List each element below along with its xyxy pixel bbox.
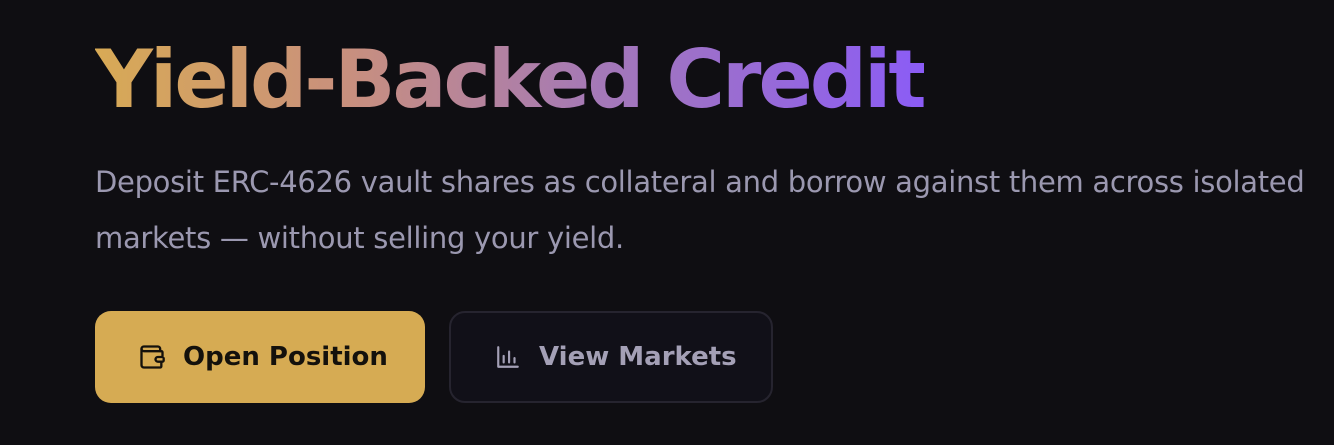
open-position-button[interactable]: Open Position	[95, 311, 425, 403]
view-markets-button[interactable]: View Markets	[449, 311, 773, 403]
wallet-icon	[137, 342, 167, 372]
hero-subtitle: Deposit ERC-4626 vault shares as collate…	[95, 165, 1305, 255]
open-position-label: Open Position	[183, 342, 388, 372]
hero-actions: Open Position View Markets	[95, 311, 773, 403]
bar-chart-icon	[493, 342, 523, 372]
view-markets-label: View Markets	[539, 342, 737, 372]
hero-section: Yield-Backed Credit Deposit ERC-4626 vau…	[95, 30, 1325, 266]
hero-title: Yield-Backed Credit	[95, 30, 927, 130]
